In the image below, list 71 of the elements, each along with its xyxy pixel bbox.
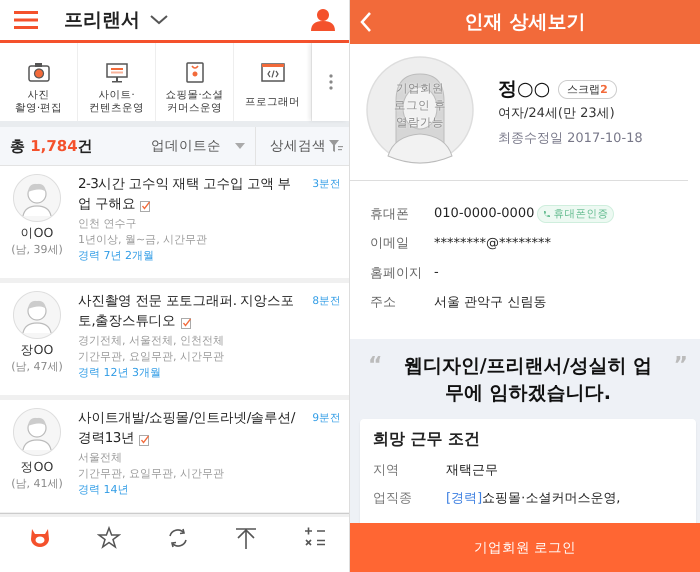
more-icon[interactable] — [328, 74, 332, 90]
person-info: (남, 47세) — [11, 359, 63, 374]
filter-icon — [329, 140, 343, 152]
field-label: 이메일 — [370, 235, 410, 252]
scroll-top-icon[interactable] — [234, 526, 258, 550]
time-text: 9분전 — [311, 411, 341, 426]
career-text: 경력 7년 2개월 — [78, 248, 155, 264]
conditions-text: 기간무관, 요일무관, 시간무관 — [78, 466, 225, 482]
result-count: 총 1,784건 — [9, 136, 94, 156]
person-info: (남, 41세) — [11, 476, 63, 491]
screen-title: 인재 상세보기 — [464, 10, 586, 35]
location-text: 서울전체 — [78, 450, 123, 466]
locked-notice: 기업회원 로그인 후 열람가능 — [393, 80, 447, 131]
verified-badge: 휴대폰인증 — [537, 204, 614, 223]
category-button[interactable]: 쇼핑몰·소셜 커머스운영 — [156, 43, 234, 121]
avatar-icon — [13, 408, 61, 456]
person-name: 이OO — [20, 225, 54, 242]
conditions-text: 1년이상, 월~금, 시간무관 — [78, 232, 208, 248]
modified-date: 최종수정일 2017-10-18 — [498, 130, 643, 147]
person-name: 정○○ — [498, 77, 550, 102]
person-info: 여자/24세(만 23세) — [498, 105, 616, 122]
avatar-icon — [13, 291, 61, 339]
scrap-badge: 스크랩 2 — [558, 80, 617, 98]
category-button[interactable]: 사진 촬영·편집 — [0, 43, 78, 121]
location-text: 인천 연수구 — [78, 216, 138, 232]
avatar-icon — [366, 56, 474, 164]
person-name: 정OO — [20, 459, 54, 476]
field-value: - — [434, 265, 439, 280]
field-value: 재택근무 — [446, 462, 498, 479]
career-text: 경력 14년 — [78, 482, 130, 498]
monitor-icon — [104, 61, 128, 83]
category-button[interactable]: 사이트· 컨텐츠운영 — [78, 43, 156, 121]
user-icon[interactable] — [311, 9, 335, 31]
caret-icon — [235, 143, 245, 149]
chevron-down-icon[interactable] — [150, 15, 168, 25]
section-title: 희망 근무 조건 — [373, 429, 482, 450]
phone-icon — [543, 210, 552, 218]
star-icon[interactable] — [96, 526, 121, 550]
field-label: 지역 — [373, 462, 400, 479]
resume-title[interactable]: 2-3시간 고수익 재택 고수입 고액 부업 구해요 — [78, 174, 311, 214]
field-label: 홈페이지 — [370, 264, 423, 282]
field-label: 휴대폰 — [370, 206, 410, 223]
time-text: 8분전 — [311, 294, 341, 309]
headline-text: 웹디자인/프리랜서/성실히 업무에 임하겠습니다. — [403, 354, 653, 406]
code-window-icon — [260, 61, 284, 83]
resume-title[interactable]: 사이트개발/쇼핑몰/인트라넷/솔루션/경력13년 — [78, 408, 311, 448]
quote-mark: “ — [368, 353, 382, 380]
person-info: (남, 39세) — [11, 242, 63, 257]
checklist-icon — [140, 200, 150, 212]
menu-icon[interactable] — [14, 11, 38, 29]
quote-mark: ” — [674, 353, 688, 380]
sort-dropdown[interactable]: 업데이트순 — [151, 127, 256, 165]
conditions-text: 기간무관, 요일무관, 시간무관 — [78, 349, 225, 365]
career-text: 경력 12년 3개월 — [78, 365, 162, 381]
camera-icon — [26, 61, 50, 83]
back-icon[interactable] — [360, 12, 372, 32]
screen-title[interactable]: 프리랜서 — [64, 7, 140, 33]
field-value: 010-0000-0000 — [434, 206, 534, 222]
field-label: 업직종 — [373, 490, 413, 507]
filter-button[interactable]: 상세검색 — [256, 137, 349, 155]
avatar-icon — [13, 174, 61, 222]
field-value: ********@******** — [434, 236, 551, 251]
checklist-icon — [139, 434, 150, 446]
resume-title[interactable]: 사진촬영 전문 포토그래퍼. 지앙스포토,출장스튜디오 — [78, 291, 311, 331]
location-text: 경기전체, 서울전체, 인천전체 — [78, 333, 225, 349]
person-name: 장OO — [20, 342, 54, 359]
field-value: [경력]쇼핑몰·소셜커머스운영, — [446, 490, 620, 507]
field-label: 주소 — [370, 294, 397, 312]
field-value: 서울 관악구 신림동 — [434, 294, 546, 312]
time-text: 3분전 — [311, 177, 341, 192]
checklist-icon — [180, 317, 190, 329]
